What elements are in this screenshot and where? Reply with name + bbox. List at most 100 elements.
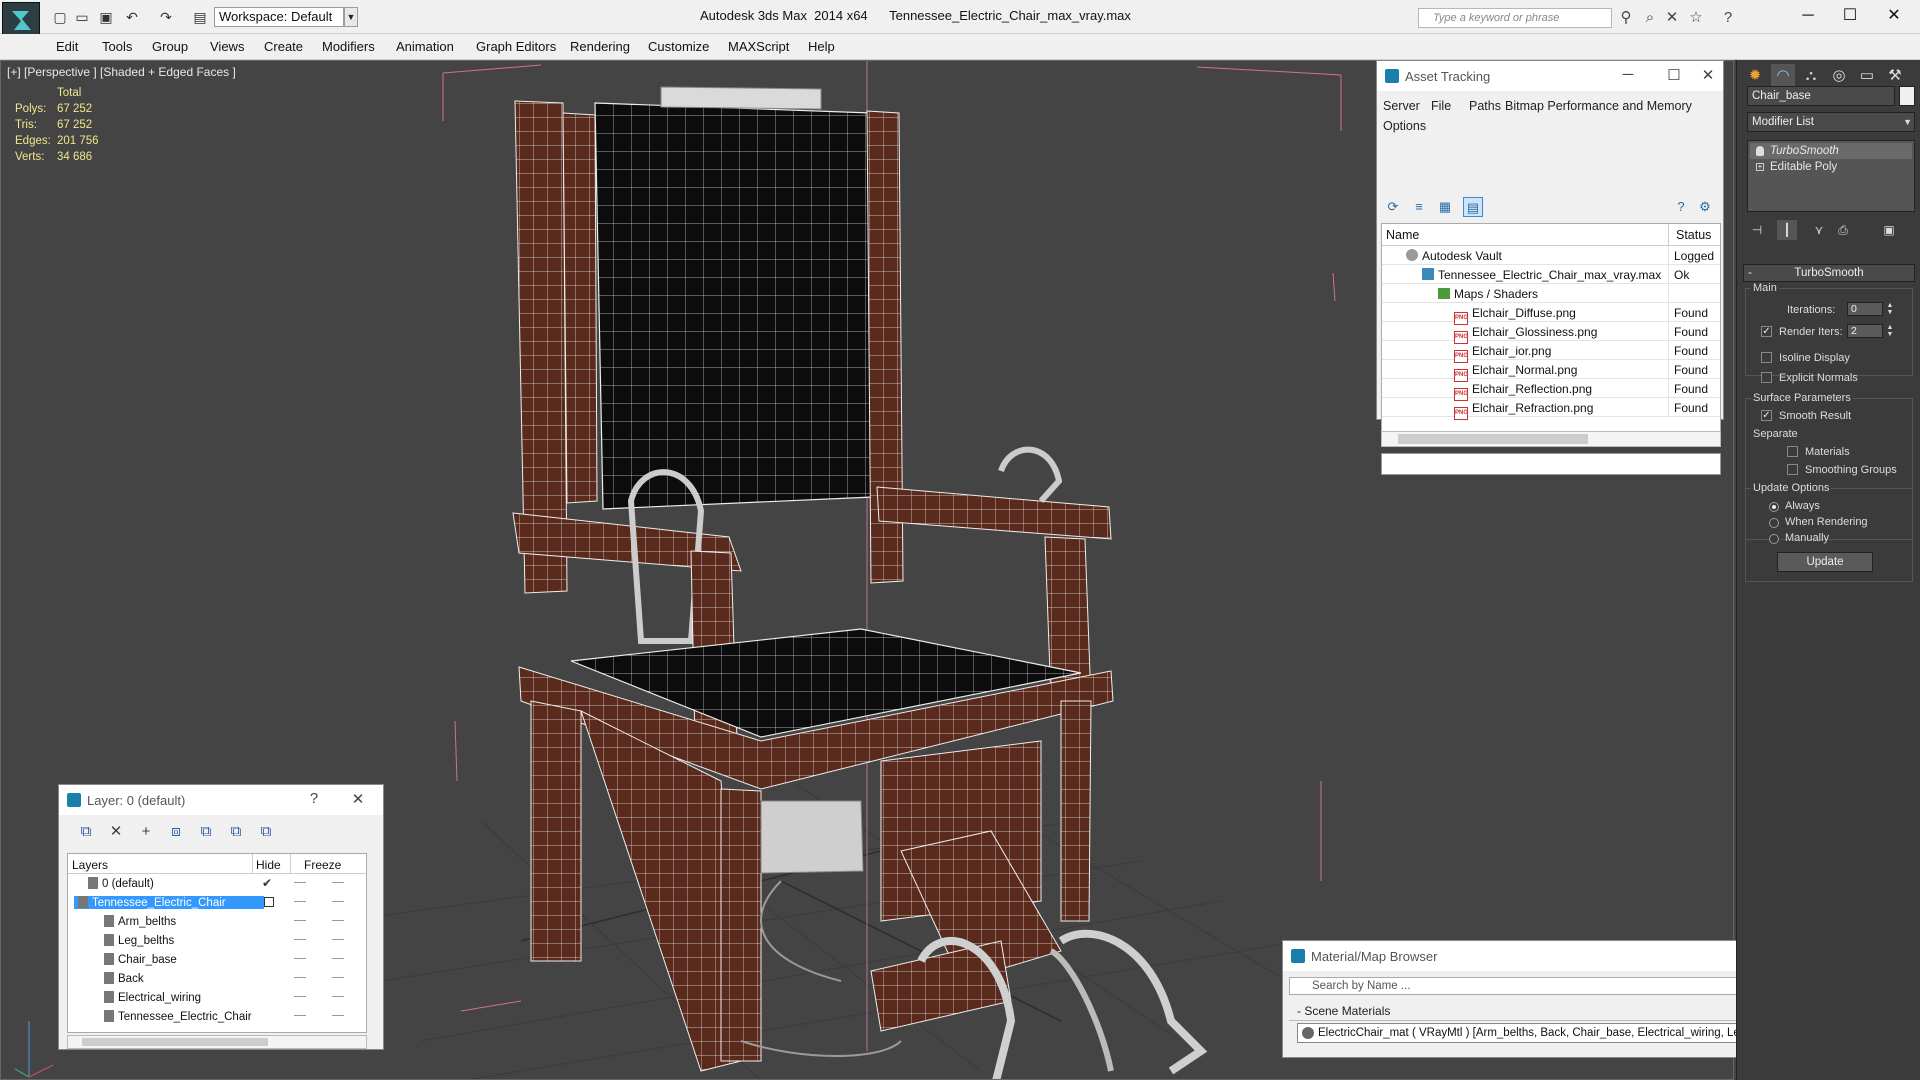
explicit-normals-checkbox[interactable] [1761,372,1772,383]
redo-icon[interactable]: ↷ [156,8,176,26]
layer-row[interactable]: Back [68,969,366,988]
layer-row[interactable]: Chair_base [68,950,366,969]
lightbulb-icon[interactable] [1756,146,1764,156]
update-manually-radio[interactable] [1769,534,1779,544]
column-freeze-header[interactable]: Freeze [304,858,341,872]
display-tab-icon[interactable]: ▭ [1855,64,1879,88]
layer-row[interactable]: Arm_belths [68,912,366,931]
layer-row[interactable]: 0 (default) ✔ [68,874,366,893]
modify-tab-icon[interactable]: ◠ [1771,64,1795,88]
search-icon[interactable]: ⌕ [1640,8,1660,28]
update-always-radio[interactable] [1769,502,1779,512]
iterations-spinner[interactable]: 0 [1847,302,1883,316]
favorites-star-icon[interactable]: ☆ [1686,8,1706,28]
asset-menu-paths[interactable]: Paths [1469,99,1501,113]
object-color-swatch[interactable] [1899,86,1915,106]
maximize-icon[interactable]: ☐ [1659,66,1689,84]
asset-menu-file[interactable]: File [1431,99,1451,113]
expand-icon[interactable]: + [1756,163,1764,171]
layer-row[interactable]: Leg_belths [68,931,366,950]
binoculars-icon[interactable]: ⚲ [1616,8,1636,28]
asset-tracking-titlebar[interactable]: Asset Tracking ─ ☐ ✕ [1377,61,1723,91]
menu-graph-editors[interactable]: Graph Editors [476,39,556,54]
delete-layer-icon[interactable]: ✕ [105,821,127,843]
menu-modifiers[interactable]: Modifiers [322,39,375,54]
menu-group[interactable]: Group [152,39,188,54]
table-row[interactable]: PNG Elchair_Reflection.png Found [1382,379,1720,401]
table-row[interactable]: PNG Elchair_ior.png Found [1382,341,1720,363]
layer-row[interactable]: Electrical_wiring [68,988,366,1007]
hierarchy-tab-icon[interactable]: ⛬ [1799,64,1823,88]
stack-item-turbosmooth[interactable]: TurboSmooth [1750,143,1912,159]
stack-item-editable-poly[interactable]: + Editable Poly [1750,159,1912,175]
update-button[interactable]: Update [1777,552,1873,572]
menu-create[interactable]: Create [264,39,303,54]
help-icon[interactable]: ? [1718,8,1738,28]
maximize-icon[interactable]: ☐ [1830,4,1870,28]
scrollbar-thumb[interactable] [1398,434,1588,444]
spinner-arrows-icon[interactable]: ▲ ▼ [1885,324,1895,338]
table-view-icon[interactable]: ▤ [1463,197,1483,217]
motion-tab-icon[interactable]: ◎ [1827,64,1851,88]
table-row[interactable]: Autodesk Vault Logged Out [1382,246,1720,265]
minimize-icon[interactable]: ─ [1613,66,1643,83]
layer-horizontal-scrollbar[interactable] [67,1035,367,1049]
menu-animation[interactable]: Animation [396,39,454,54]
menu-rendering[interactable]: Rendering [570,39,630,54]
remove-modifier-icon[interactable]: ⎙ [1833,220,1853,240]
create-tab-icon[interactable]: ✹ [1743,64,1767,88]
detail-view-icon[interactable]: ▦ [1435,197,1455,217]
refresh-icon[interactable]: ⟳ [1383,197,1403,217]
new-layer-icon[interactable]: ⧉ [75,821,97,843]
modifier-list-dropdown[interactable]: Modifier List ▼ [1747,112,1915,132]
table-row[interactable]: PNG Elchair_Refraction.png Found [1382,398,1720,420]
settings-icon[interactable]: ⚙ [1695,197,1715,217]
table-row[interactable]: PNG Elchair_Normal.png Found [1382,360,1720,382]
close-icon[interactable]: ✕ [1874,4,1914,28]
update-when-rendering-radio[interactable] [1769,518,1779,528]
set-current-layer-icon[interactable]: ⧉ [225,821,247,843]
save-file-icon[interactable]: ▣ [96,8,116,26]
isoline-display-checkbox[interactable] [1761,352,1772,363]
turbosmooth-rollout-header[interactable]: - TurboSmooth [1743,264,1915,282]
search-input[interactable]: Type a keyword or phrase [1418,8,1612,28]
open-file-icon[interactable]: ▭ [72,8,92,26]
pin-stack-icon[interactable]: ⊣ [1747,220,1767,240]
viewport-label[interactable]: [+] [Perspective ] [Shaded + Edged Faces… [7,65,236,79]
scrollbar-thumb[interactable] [82,1038,268,1046]
separate-materials-checkbox[interactable] [1787,446,1798,457]
render-iters-spinner[interactable]: 2 [1847,324,1883,338]
layer-manager-titlebar[interactable]: Layer: 0 (default) ? ✕ [59,785,383,815]
smooth-result-checkbox[interactable]: ✓ [1761,410,1772,421]
select-layer-icon[interactable]: ⧉ [195,821,217,843]
table-row[interactable]: Tennessee_Electric_Chair_max_vray.max Ok [1382,265,1720,284]
workspace-dropdown-arrow[interactable]: ▼ [344,7,358,27]
undo-icon[interactable]: ↶ [122,8,142,26]
app-logo-button[interactable] [2,2,40,38]
column-name-header[interactable]: Name [1386,228,1419,242]
layer-select-box[interactable] [264,897,274,907]
layer-row[interactable]: Tennessee_Electric_Chair [68,893,366,912]
menu-help[interactable]: Help [808,39,835,54]
help-icon[interactable]: ? [299,790,329,807]
table-row[interactable]: PNG Elchair_Diffuse.png Found [1382,303,1720,325]
minimize-icon[interactable]: ─ [1788,4,1828,28]
asset-horizontal-scrollbar[interactable] [1381,431,1721,447]
column-hide-header[interactable]: Hide [256,858,281,872]
menu-maxscript[interactable]: MAXScript [728,39,789,54]
render-iters-checkbox[interactable]: ✓ [1761,326,1772,337]
asset-path-field[interactable] [1381,453,1721,475]
close-icon[interactable]: ✕ [343,790,373,808]
asset-menu-bitmap-performance[interactable]: Bitmap Performance and Memory [1505,99,1692,113]
add-to-layer-icon[interactable]: + [135,821,157,843]
project-folder-icon[interactable]: ▤ [190,8,210,26]
spinner-arrows-icon[interactable]: ▲ ▼ [1885,302,1895,316]
help-icon[interactable]: ? [1671,197,1691,217]
menu-tools[interactable]: Tools [102,39,132,54]
select-objects-icon[interactable]: ⧈ [165,821,187,843]
column-status-header[interactable]: Status [1672,228,1711,242]
table-row[interactable]: PNG Elchair_Glossiness.png Found [1382,322,1720,344]
asset-menu-options[interactable]: Options [1383,119,1426,133]
close-icon[interactable]: ✕ [1693,66,1723,84]
make-unique-icon[interactable]: ⋎ [1809,220,1829,240]
